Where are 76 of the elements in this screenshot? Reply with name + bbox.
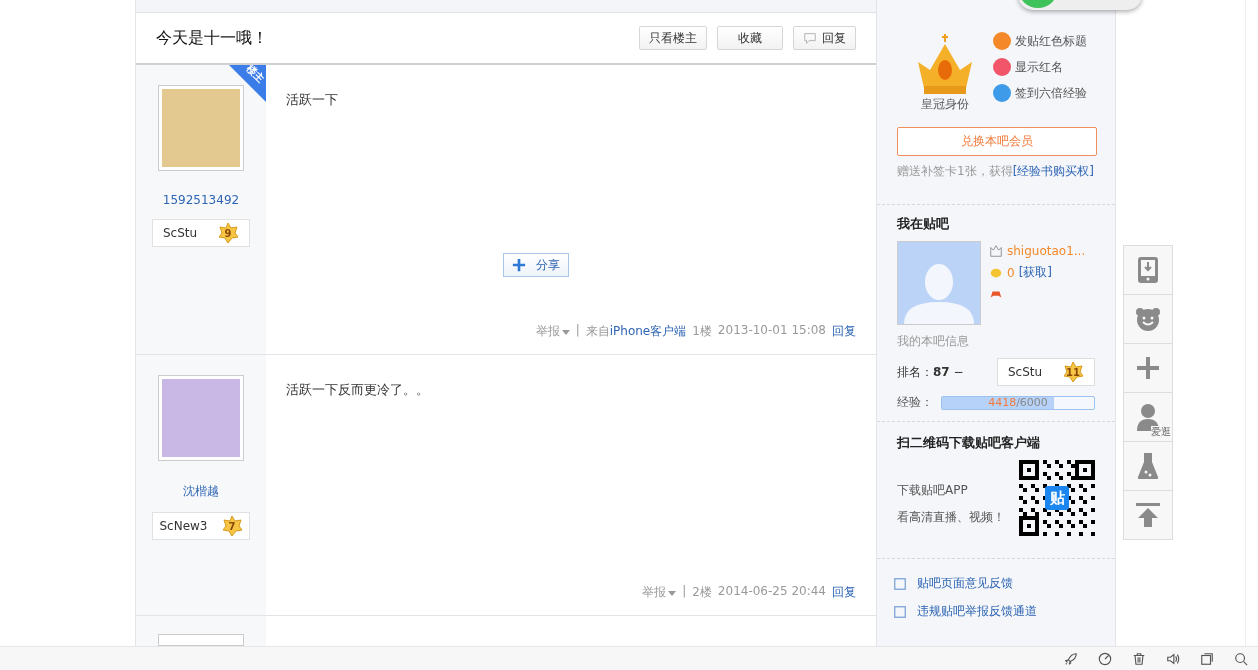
back-to-top-icon	[1136, 503, 1160, 527]
browser-toolbar-button[interactable]	[1234, 651, 1248, 666]
bear-face-icon	[1135, 307, 1161, 331]
level-star-badge: 11	[1062, 361, 1085, 383]
member-badge[interactable]: ScStu 11	[997, 358, 1095, 386]
post-content: 活跃一下反而更冷了。。	[286, 381, 430, 399]
feedback-link[interactable]: 违规贴吧举报反馈通道	[893, 603, 1099, 620]
floor-number: 2楼	[692, 584, 712, 601]
divider-text: |	[682, 584, 687, 600]
document-icon	[893, 604, 907, 619]
thread-action-button[interactable]: 收藏	[717, 26, 783, 51]
qr-description: 看高清直播、视频！	[897, 509, 1005, 526]
rank-text: 排名：87 −	[897, 363, 964, 381]
perk-label: 签到六倍经验	[1015, 84, 1087, 102]
browser-toolbar-button[interactable]	[1200, 651, 1214, 666]
side-tool-button[interactable]	[1123, 441, 1173, 491]
coin-count: 0	[1007, 265, 1015, 280]
qr-description: 下载贴吧APP	[897, 482, 969, 499]
post-content: 活跃一下	[286, 91, 339, 109]
side-tool-button[interactable]	[1123, 343, 1173, 393]
side-tool-button[interactable]: 爱逛	[1123, 392, 1173, 442]
reply-link[interactable]: 回复	[832, 323, 856, 340]
side-tool-button[interactable]	[1123, 294, 1173, 344]
speech-bubble-icon	[803, 31, 817, 46]
feedback-link[interactable]: 贴吧页面意见反馈	[893, 575, 1099, 592]
report-menu[interactable]: 举报	[642, 584, 677, 601]
author-link[interactable]: 1592513492	[162, 193, 240, 207]
thread-title: 今天是十一哦！	[156, 27, 268, 49]
side-tool-button[interactable]	[1123, 245, 1173, 295]
phone-download-icon	[1137, 256, 1159, 284]
exp-label: 经验：	[897, 394, 933, 411]
perk-label: 显示红名	[1015, 58, 1063, 76]
divider-text: |	[575, 323, 580, 339]
post-source: 来自 iPhone客户端	[585, 323, 687, 340]
plus-icon	[1136, 356, 1160, 380]
reply-link[interactable]: 回复	[832, 584, 856, 601]
gift-note: 赠送补签卡1张，获得[经验书购买权]	[897, 163, 1095, 180]
browser-toolbar-button[interactable]	[1064, 651, 1078, 666]
report-menu[interactable]: 举报	[535, 323, 570, 340]
browser-toolbar-button[interactable]	[1132, 651, 1146, 666]
document-icon	[893, 576, 907, 591]
browser-toolbar-button[interactable]	[1166, 651, 1180, 666]
member-badge[interactable]: ScStu 9	[152, 219, 250, 247]
section-heading: 扫二维码下载贴吧客户端	[897, 434, 1041, 452]
perk-label: 发贴红色标题	[1015, 32, 1087, 50]
section-heading: 我在贴吧	[897, 215, 950, 233]
client-link[interactable]: iPhone客户端	[609, 324, 687, 338]
level-star-badge: 7	[220, 515, 243, 537]
level-star-badge: 9	[217, 222, 240, 244]
member-badge[interactable]: ScNew3 7	[152, 512, 250, 540]
thread-action-button[interactable]: 只看楼主	[639, 26, 707, 51]
reply-button[interactable]: 回复	[793, 26, 856, 51]
get-coins-link[interactable]: [获取]	[1018, 264, 1052, 281]
browser-toolbar-button[interactable]	[1098, 651, 1112, 666]
side-tool-button[interactable]	[1123, 490, 1173, 540]
caret-icon	[561, 327, 570, 336]
trash-icon	[1132, 651, 1146, 666]
author-link[interactable]: 沈楷越	[183, 483, 219, 500]
rocket-icon	[1064, 651, 1078, 666]
my-info-label: 我的本吧信息	[897, 334, 969, 348]
window-icon	[1200, 651, 1214, 666]
floor-number: 1楼	[692, 323, 712, 340]
caret-icon	[668, 588, 677, 597]
exp-value: 4418/6000	[987, 396, 1049, 409]
flask-icon	[1137, 452, 1159, 480]
speaker-icon	[1166, 651, 1180, 666]
search-icon	[1234, 651, 1248, 666]
post-time: 2013-10-01 15:08	[717, 323, 826, 339]
app-logo: 贴	[1045, 486, 1069, 510]
post-time: 2014-06-25 20:44	[717, 584, 826, 600]
share-button[interactable]: 分享	[503, 253, 569, 277]
plus-icon	[512, 258, 526, 272]
purchase-link[interactable]: [经验书购买权]	[1012, 164, 1094, 178]
crown-outline-icon	[989, 244, 1003, 258]
speedometer-icon	[1098, 651, 1112, 666]
crown-label: 皇冠身份	[921, 96, 969, 113]
